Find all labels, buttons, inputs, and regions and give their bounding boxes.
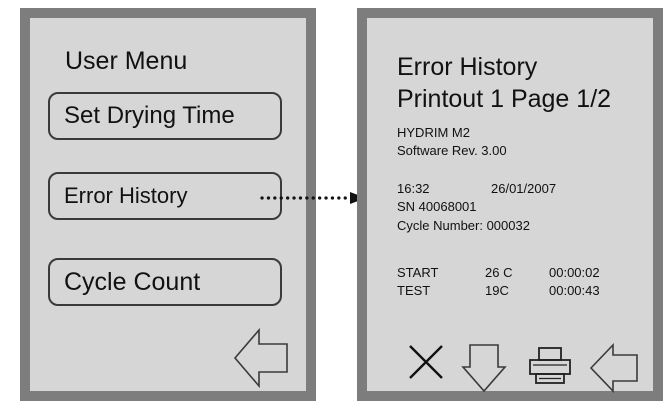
error-history-screen: Error History Printout 1 Page 1/2 HYDRIM… — [357, 8, 663, 401]
date-value: 26/01/2007 — [491, 181, 557, 196]
navigation-arrow-icon — [260, 192, 366, 204]
log-row: TEST 19C 00:00:43 — [397, 282, 637, 299]
set-drying-time-label: Set Drying Time — [64, 102, 235, 129]
time-value: 16:32 — [397, 181, 430, 196]
printer-icon[interactable] — [527, 346, 573, 386]
printout-page-title: Printout 1 Page 1/2 — [397, 85, 612, 113]
close-icon[interactable] — [407, 343, 445, 381]
error-history-button[interactable]: Error History — [48, 172, 282, 220]
cycle-count-button[interactable]: Cycle Count — [48, 258, 282, 306]
user-menu-title: User Menu — [65, 47, 188, 75]
back-arrow-icon[interactable] — [233, 327, 289, 389]
set-drying-time-button[interactable]: Set Drying Time — [48, 92, 282, 140]
down-arrow-icon[interactable] — [461, 343, 507, 393]
log-row: START 26 C 00:00:02 — [397, 264, 637, 281]
cycle-number: Cycle Number: 000032 — [397, 218, 530, 233]
software-revision: Software Rev. 3.00 — [397, 143, 507, 158]
log-temperature: 26 C — [485, 265, 513, 280]
error-history-label: Error History — [64, 183, 188, 208]
back-arrow-icon[interactable] — [589, 343, 639, 393]
cycle-count-label: Cycle Count — [64, 267, 201, 296]
error-history-title: Error History — [397, 53, 538, 81]
log-temperature: 19C — [485, 283, 509, 298]
log-elapsed-time: 00:00:43 — [549, 283, 600, 298]
log-event: START — [397, 265, 439, 280]
model-name: HYDRIM M2 — [397, 125, 470, 140]
log-event: TEST — [397, 283, 431, 298]
log-elapsed-time: 00:00:02 — [549, 265, 600, 280]
serial-number: SN 40068001 — [397, 199, 477, 214]
